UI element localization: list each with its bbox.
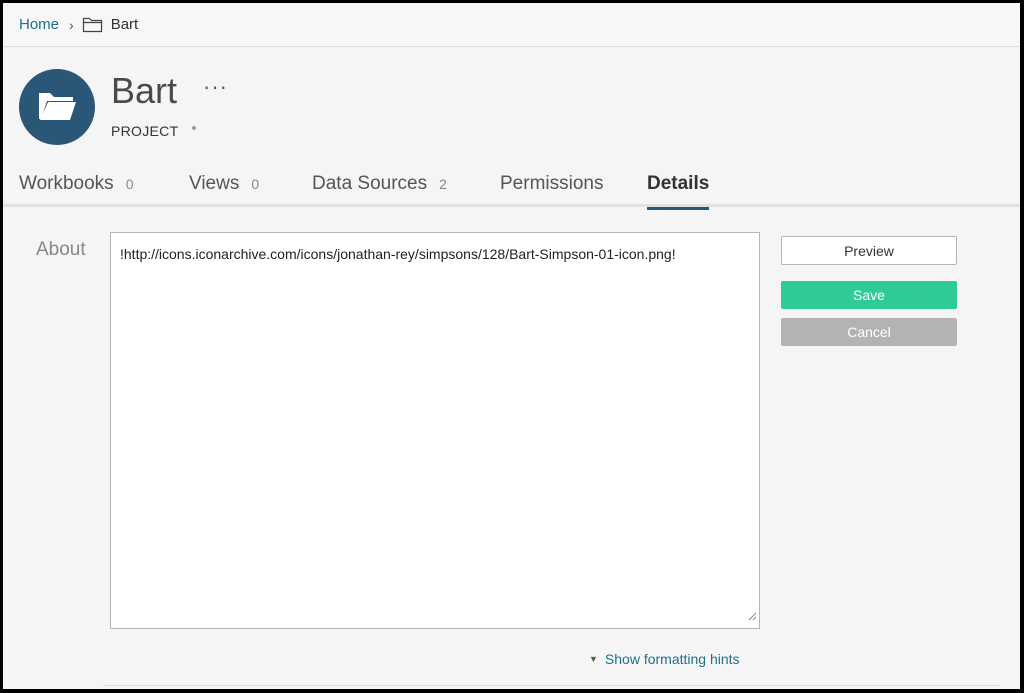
preview-button[interactable]: Preview [781,236,957,265]
folder-outline-icon [82,16,104,33]
about-textarea[interactable]: !http://icons.iconarchive.com/icons/jona… [110,232,760,629]
tab-permissions[interactable]: Permissions [500,173,603,207]
divider [103,685,1000,686]
resize-handle-icon[interactable] [747,608,757,626]
project-header: Bart ··· PROJECT [3,48,1020,158]
breadcrumb-current: Bart [110,16,139,33]
tab-label: Details [647,173,710,194]
breadcrumb-home-link[interactable]: Home [19,16,59,33]
page-title: Bart [111,70,178,111]
tab-bar: Workbooks 0 Views 0 Data Sources 2 Permissi… [3,163,1020,210]
about-text-value: !http://icons.iconarchive.com/icons/jona… [120,246,676,262]
tab-views[interactable]: Views 0 [189,173,259,207]
save-button[interactable]: Save [781,281,957,309]
project-type-label: PROJECT [111,123,179,139]
caret-down-icon: ▼ [589,654,598,664]
about-label: About [36,239,86,260]
tab-count: 2 [439,176,447,192]
tab-details[interactable]: Details [647,173,710,210]
formatting-hints-toggle[interactable]: ▼ Show formatting hints [589,651,740,667]
project-details-page: Home › Bart Bart ··· PROJECT Workbooks 0 [3,3,1020,689]
folder-icon [37,89,77,126]
cancel-button[interactable]: Cancel [781,318,957,346]
tab-workbooks[interactable]: Workbooks 0 [19,173,133,207]
tab-label: Permissions [500,173,604,194]
more-actions-button[interactable]: ··· [203,74,228,100]
breadcrumb-separator: › [69,16,74,33]
tab-label: Workbooks [19,173,114,194]
tab-count: 0 [251,176,260,192]
status-dot [192,126,196,130]
tab-label: Data Sources [312,173,428,194]
tab-label: Views [189,173,240,194]
tab-count: 0 [125,176,134,192]
project-avatar [19,69,95,145]
breadcrumb: Home › Bart [3,3,1020,47]
tab-data-sources[interactable]: Data Sources 2 [312,173,447,207]
formatting-hints-label: Show formatting hints [604,651,740,667]
